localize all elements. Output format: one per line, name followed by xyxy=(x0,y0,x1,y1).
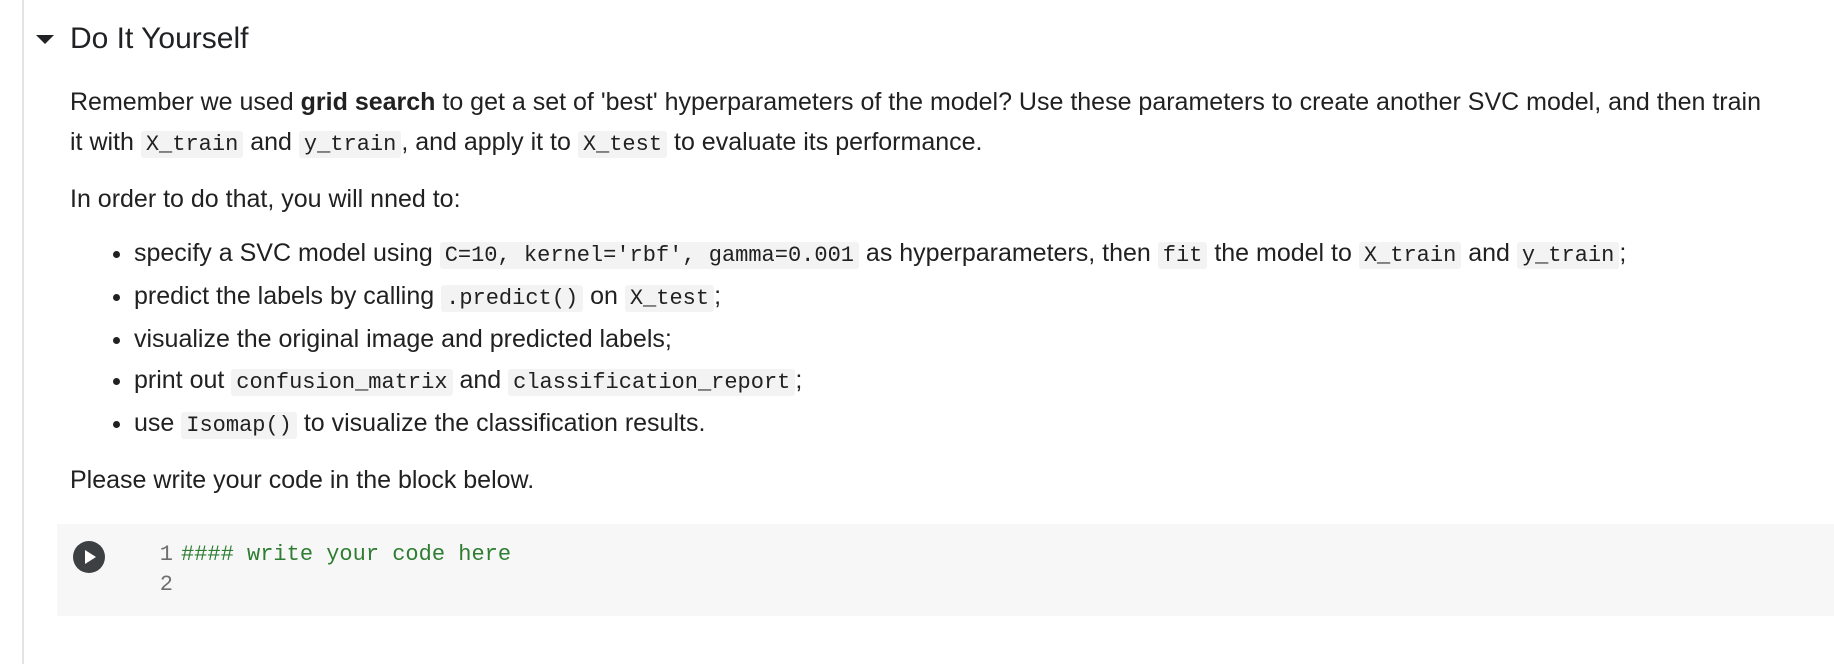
inline-code: Isomap() xyxy=(181,412,297,439)
line-number: 1 xyxy=(159,542,173,567)
code-editor[interactable]: 1 #### write your code here 2 xyxy=(143,540,511,600)
text-span: the model to xyxy=(1207,239,1359,267)
play-icon xyxy=(85,550,96,564)
section-title: Do It Yourself xyxy=(70,22,249,55)
inline-code: y_train xyxy=(1516,242,1620,269)
text-span: predict the labels by calling xyxy=(134,282,442,310)
inline-code: classification_report xyxy=(508,369,796,396)
list-item: specify a SVC model using C=10, kernel='… xyxy=(134,233,1770,276)
code-line: 2 xyxy=(143,570,511,600)
text-span: to visualize the classification results. xyxy=(296,409,706,437)
text-span: and xyxy=(1461,239,1517,267)
task-list: specify a SVC model using C=10, kernel='… xyxy=(70,233,1770,446)
markdown-cell[interactable]: Remember we used grid search to get a se… xyxy=(70,82,1770,514)
list-item: use Isomap() to visualize the classifica… xyxy=(134,403,1770,446)
inline-code: X_test xyxy=(624,285,715,312)
run-cell-button[interactable] xyxy=(73,541,105,573)
inline-code: X_train xyxy=(140,131,244,158)
inline-code: .predict() xyxy=(441,285,584,312)
text-span: to evaluate its performance. xyxy=(667,128,983,156)
inline-code: fit xyxy=(1157,242,1208,269)
collapse-toggle-button[interactable] xyxy=(28,24,58,54)
text-span: ; xyxy=(795,366,803,394)
text-span: ; xyxy=(714,282,722,310)
text-span: , and apply it to xyxy=(401,128,578,156)
inline-code: X_test xyxy=(577,131,668,158)
notebook-page: Do It Yourself Remember we used grid sea… xyxy=(0,0,1834,664)
text-span: as hyperparameters, then xyxy=(858,239,1158,267)
text-span: and xyxy=(452,366,509,394)
section-gutter-line xyxy=(22,0,24,664)
inline-code: y_train xyxy=(298,131,402,158)
code-comment: #### write your code here xyxy=(181,542,512,567)
code-cell: 1 #### write your code here 2 xyxy=(57,524,1834,616)
text-span: Remember we used xyxy=(70,88,301,116)
inline-code: X_train xyxy=(1358,242,1462,269)
list-item: print out confusion_matrix and classific… xyxy=(134,360,1770,403)
text-span: and xyxy=(243,128,299,156)
inline-code: confusion_matrix xyxy=(231,369,453,396)
intro-paragraph: Remember we used grid search to get a se… xyxy=(70,82,1770,165)
code-line: 1 #### write your code here xyxy=(143,540,511,570)
inline-code: C=10, kernel='rbf', gamma=0.001 xyxy=(439,242,859,269)
section-header: Do It Yourself xyxy=(28,18,248,60)
instruction-paragraph: In order to do that, you will nned to: xyxy=(70,185,461,213)
bold-text: grid search xyxy=(300,88,436,116)
text-span: use xyxy=(134,409,182,437)
text-span: visualize the original image and predict… xyxy=(134,325,672,353)
closing-paragraph: Please write your code in the block belo… xyxy=(70,466,535,494)
line-number: 2 xyxy=(159,572,173,597)
text-span: on xyxy=(583,282,625,310)
caret-down-icon xyxy=(36,34,54,44)
text-span: ; xyxy=(1619,239,1627,267)
list-item: visualize the original image and predict… xyxy=(134,319,1770,360)
list-item: predict the labels by calling .predict()… xyxy=(134,276,1770,319)
text-span: specify a SVC model using xyxy=(134,239,440,267)
text-span: print out xyxy=(134,366,232,394)
